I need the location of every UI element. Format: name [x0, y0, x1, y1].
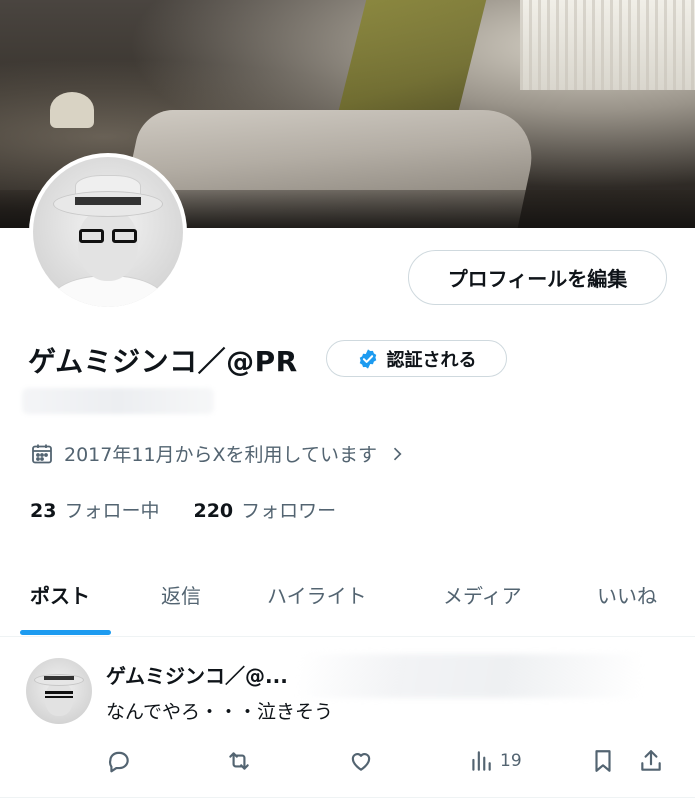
tab-media[interactable]: メディア	[443, 580, 522, 609]
post-avatar-glasses	[45, 691, 73, 698]
follow-counts: 23 フォロー中 220 フォロワー	[30, 496, 336, 523]
following-label: フォロー中	[64, 500, 160, 522]
profile-tabs: ポスト 返信 ハイライト メディア いいね	[0, 560, 695, 636]
repost-icon	[229, 752, 249, 770]
tab-posts[interactable]: ポスト	[30, 580, 90, 609]
calendar-icon	[32, 444, 52, 463]
repost-button[interactable]	[226, 748, 252, 774]
joined-text: 2017年11月からXを利用しています	[64, 444, 377, 466]
verified-badge-icon	[359, 348, 376, 369]
avatar-hat-band	[75, 197, 141, 205]
avatar-photo	[33, 157, 183, 307]
like-button[interactable]	[348, 748, 374, 774]
profile-avatar[interactable]	[29, 153, 187, 311]
tab-highlights[interactable]: ハイライト	[267, 580, 367, 609]
banner-lamp	[50, 92, 94, 128]
following-link[interactable]: 23 フォロー中	[30, 496, 159, 523]
tab-replies[interactable]: 返信	[161, 580, 201, 609]
post-text[interactable]: なんでやろ・・・泣きそう	[106, 697, 333, 724]
get-verified-button[interactable]: 認証される	[326, 340, 507, 377]
handle-redacted	[22, 388, 214, 414]
heart-icon	[351, 753, 371, 771]
followers-link[interactable]: 220 フォロワー	[193, 496, 336, 523]
display-name: ゲムミジンコ／@PR	[28, 345, 298, 378]
bookmark-button[interactable]	[590, 748, 616, 774]
verify-label: 認証される	[386, 349, 477, 371]
edit-profile-button[interactable]: プロフィールを編集	[408, 250, 667, 305]
banner-lace-curtain	[520, 0, 695, 90]
reply-icon	[108, 751, 129, 773]
post-actions: 19	[0, 748, 695, 778]
share-icon	[641, 750, 661, 771]
views-count: 19	[500, 751, 522, 771]
bookmark-icon	[595, 750, 611, 772]
followers-count: 220	[193, 500, 234, 522]
chevron-right-icon	[393, 447, 402, 460]
followers-label: フォロワー	[241, 500, 337, 522]
tab-likes[interactable]: いいね	[597, 580, 657, 609]
post-author-name[interactable]: ゲムミジンコ／@...	[106, 660, 288, 689]
post-avatar-hat-band	[44, 676, 74, 680]
post-avatar-face	[45, 682, 73, 716]
post-author-avatar[interactable]	[26, 658, 92, 724]
share-button[interactable]	[638, 748, 664, 774]
post-header-redacted	[300, 654, 640, 698]
avatar-face	[78, 209, 138, 281]
analytics-icon	[472, 751, 491, 771]
following-count: 23	[30, 500, 57, 522]
joined-date-row[interactable]: 2017年11月からXを利用しています	[30, 440, 407, 467]
views-button[interactable]: 19	[468, 748, 522, 774]
tabs-divider	[0, 636, 695, 637]
post-divider	[0, 797, 695, 798]
active-tab-indicator	[20, 630, 111, 635]
avatar-glasses	[79, 229, 137, 243]
reply-button[interactable]	[106, 748, 132, 774]
